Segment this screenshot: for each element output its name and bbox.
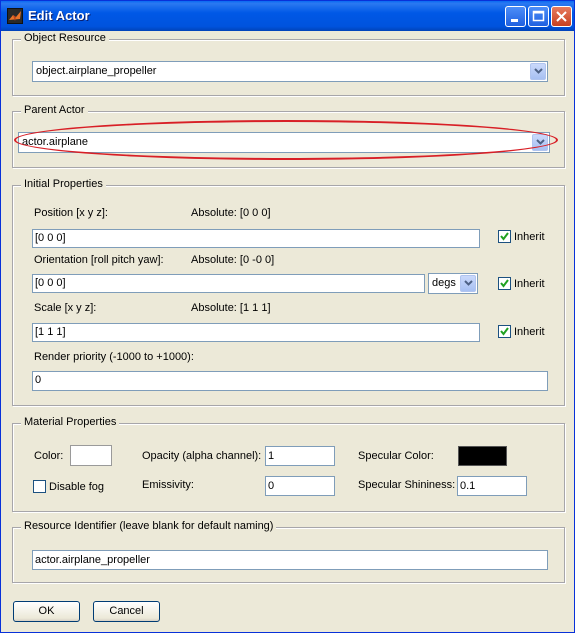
- specular-shininess-label: Specular Shininess:: [358, 479, 456, 491]
- orientation-units-select[interactable]: degs: [428, 273, 478, 294]
- scale-absolute: Absolute: [1 1 1]: [191, 302, 271, 314]
- resource-identifier-input[interactable]: actor.airplane_propeller: [32, 550, 548, 570]
- checkmark-icon: [500, 232, 509, 241]
- opacity-label: Opacity (alpha channel):: [142, 450, 262, 462]
- object-resource-title: Object Resource: [21, 32, 109, 44]
- scale-inherit-checkbox[interactable]: Inherit: [498, 325, 545, 338]
- position-label: Position [x y z]:: [34, 207, 108, 219]
- maximize-icon: [532, 10, 545, 22]
- scale-inherit-label: Inherit: [514, 325, 545, 338]
- specular-color-swatch[interactable]: [458, 446, 507, 466]
- maximize-button[interactable]: [528, 6, 549, 27]
- chevron-down-icon: [535, 139, 545, 145]
- render-priority-input[interactable]: 0: [32, 371, 548, 391]
- render-priority-label: Render priority (-1000 to +1000):: [34, 351, 194, 363]
- scale-label: Scale [x y z]:: [34, 302, 97, 314]
- checkbox[interactable]: [498, 277, 511, 290]
- initial-properties-title: Initial Properties: [21, 178, 106, 190]
- checkmark-icon: [500, 279, 509, 288]
- disable-fog-checkbox[interactable]: Disable fog: [33, 480, 104, 493]
- orientation-label: Orientation [roll pitch yaw]:: [34, 254, 164, 266]
- orientation-absolute: Absolute: [0 -0 0]: [191, 254, 275, 266]
- resource-identifier-title: Resource Identifier (leave blank for def…: [21, 520, 277, 532]
- material-properties-group: Material Properties: [12, 416, 565, 512]
- close-button[interactable]: [551, 6, 572, 27]
- position-inherit-checkbox[interactable]: Inherit: [498, 230, 545, 243]
- emissivity-input[interactable]: 0: [265, 476, 335, 496]
- object-resource-value: object.airplane_propeller: [36, 65, 157, 77]
- position-inherit-label: Inherit: [514, 230, 545, 243]
- disable-fog-label: Disable fog: [49, 480, 105, 493]
- orientation-input[interactable]: [0 0 0]: [32, 274, 425, 293]
- specular-shininess-input[interactable]: 0.1: [457, 476, 527, 496]
- material-properties-title: Material Properties: [21, 416, 120, 428]
- position-input[interactable]: [0 0 0]: [32, 229, 480, 248]
- chevron-down-icon: [533, 68, 543, 74]
- checkbox[interactable]: [498, 325, 511, 338]
- parent-actor-title: Parent Actor: [21, 104, 88, 116]
- dropdown-button[interactable]: [530, 63, 546, 80]
- position-absolute: Absolute: [0 0 0]: [191, 207, 271, 219]
- specular-color-label: Specular Color:: [358, 450, 434, 462]
- opacity-input[interactable]: 1: [265, 446, 335, 466]
- title-bar[interactable]: Edit Actor: [1, 1, 574, 31]
- window-title: Edit Actor: [28, 8, 90, 23]
- color-label: Color:: [34, 450, 64, 462]
- orientation-inherit-label: Inherit: [514, 277, 545, 290]
- parent-actor-select[interactable]: actor.airplane: [18, 132, 550, 153]
- edit-actor-window: Edit Actor Object Resource object.airpla…: [0, 0, 575, 633]
- close-icon: [556, 11, 567, 22]
- dropdown-button[interactable]: [532, 134, 548, 151]
- parent-actor-value: actor.airplane: [22, 136, 89, 148]
- ok-button[interactable]: OK: [13, 601, 80, 622]
- minimize-icon: [511, 19, 518, 22]
- chevron-down-icon: [463, 280, 473, 286]
- cancel-button[interactable]: Cancel: [93, 601, 160, 622]
- color-swatch[interactable]: [70, 445, 112, 466]
- checkbox[interactable]: [33, 480, 46, 493]
- scale-input[interactable]: [1 1 1]: [32, 323, 480, 342]
- checkmark-icon: [500, 327, 509, 336]
- dropdown-button[interactable]: [460, 275, 476, 292]
- minimize-button[interactable]: [505, 6, 526, 27]
- emissivity-label: Emissivity:: [142, 479, 194, 491]
- object-resource-select[interactable]: object.airplane_propeller: [32, 61, 548, 82]
- orientation-units-value: degs: [432, 277, 456, 289]
- matlab-icon: [7, 8, 23, 24]
- checkbox[interactable]: [498, 230, 511, 243]
- orientation-inherit-checkbox[interactable]: Inherit: [498, 277, 545, 290]
